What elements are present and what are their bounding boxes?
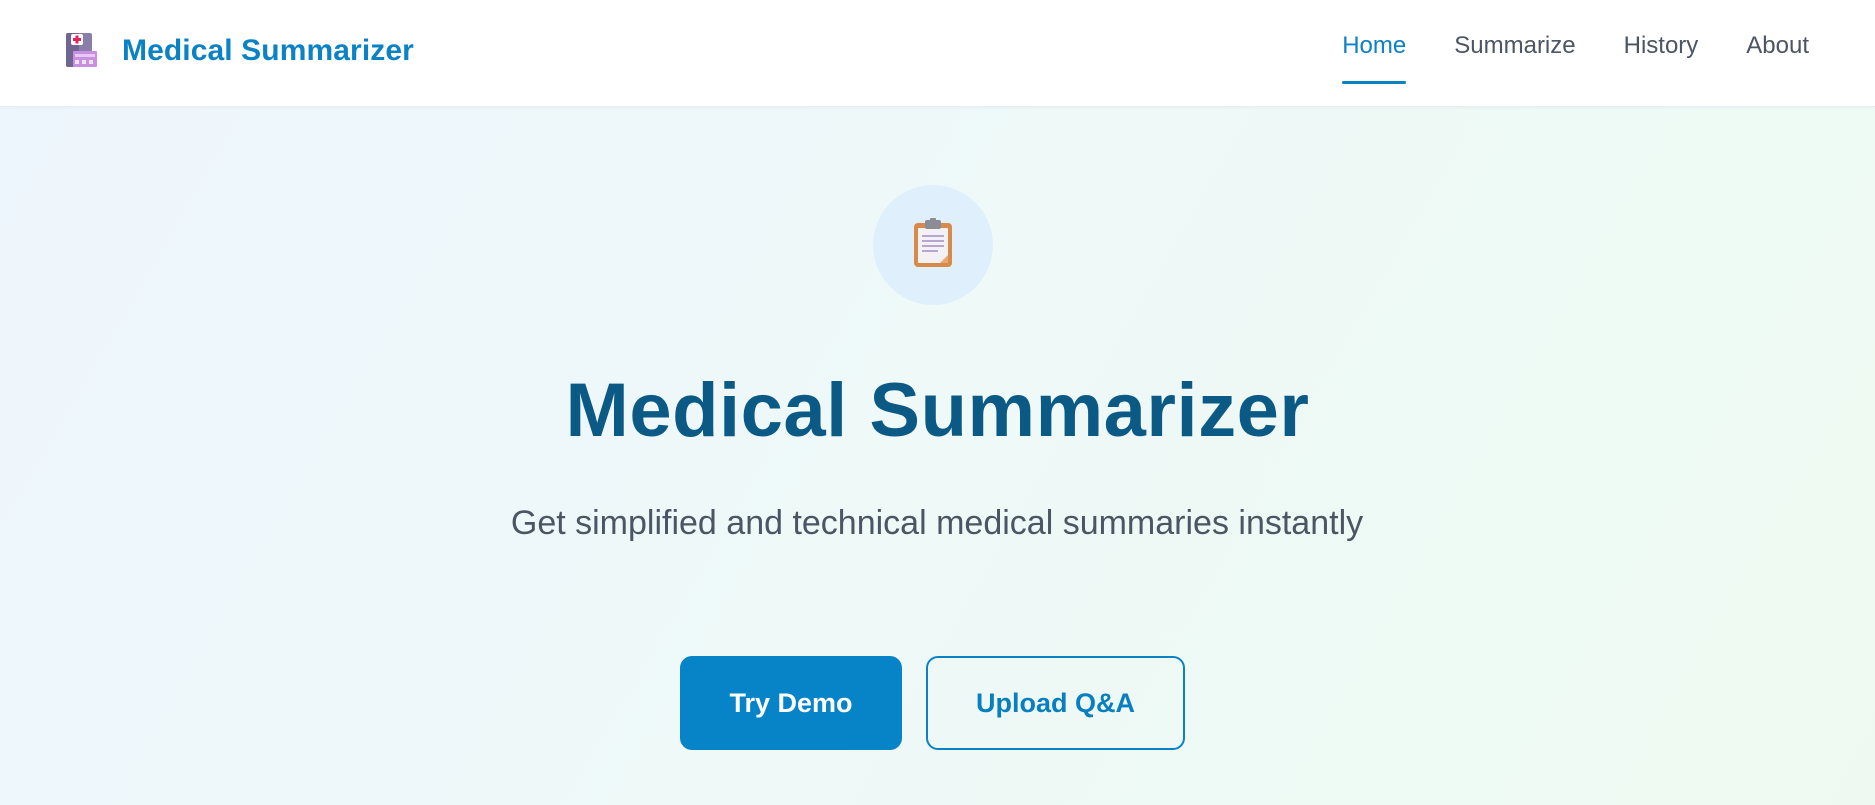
hero-icon-circle	[873, 185, 993, 305]
nav-item-home[interactable]: Home	[1342, 32, 1407, 84]
hospital-icon	[64, 31, 98, 71]
hero-title: Medical Summarizer	[565, 368, 1310, 453]
main-nav: Home Summarize History About	[1294, 32, 1809, 84]
top-navbar: Medical Summarizer Home Summarize Histor…	[0, 0, 1875, 107]
brand-name: Medical Summarizer	[122, 34, 414, 67]
clipboard-icon	[912, 217, 954, 273]
nav-item-summarize[interactable]: Summarize	[1454, 32, 1575, 84]
try-demo-button[interactable]: Try Demo	[680, 656, 902, 750]
nav-item-about[interactable]: About	[1746, 32, 1809, 84]
hero-section: Medical Summarizer Get simplified and te…	[0, 107, 1875, 805]
upload-qa-button[interactable]: Upload Q&A	[926, 656, 1185, 750]
hero-subtitle: Get simplified and technical medical sum…	[510, 504, 1364, 542]
brand[interactable]: Medical Summarizer	[64, 30, 414, 72]
nav-item-history[interactable]: History	[1624, 32, 1699, 84]
